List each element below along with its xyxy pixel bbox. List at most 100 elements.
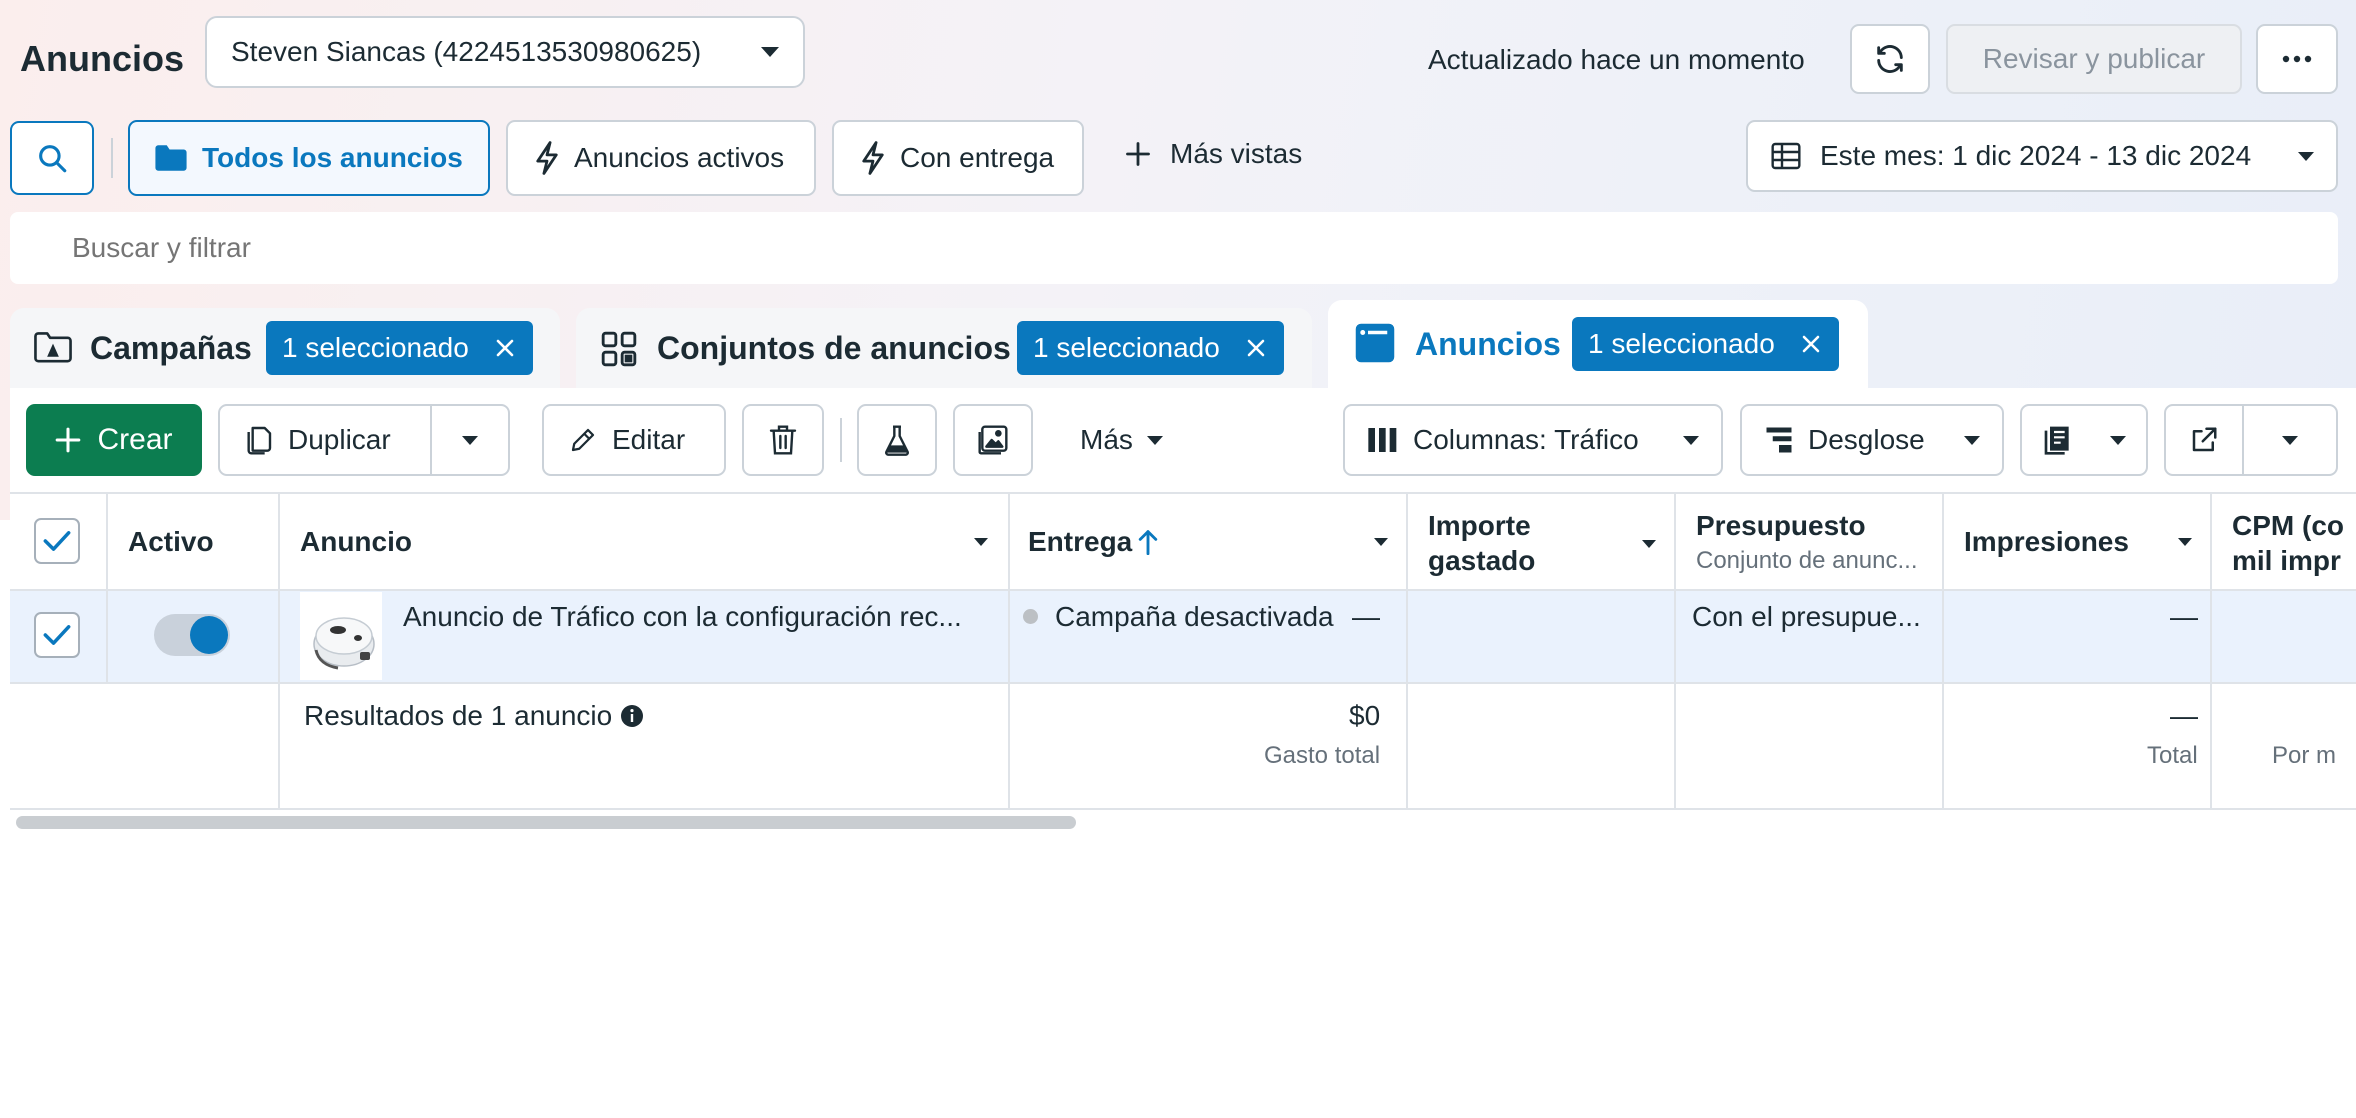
view-all-ads[interactable]: Todos los anuncios [128, 120, 490, 196]
close-icon[interactable] [1246, 338, 1266, 358]
budget-header-sublabel: Conjunto de anunc... [1696, 547, 1918, 574]
ad-sets-selected-chip[interactable]: 1 seleccionado [1017, 321, 1284, 375]
column-header-impressions[interactable]: Impresiones [1964, 524, 2129, 559]
amount-spent-line1: Importe [1428, 510, 1531, 541]
ad-thumbnail[interactable] [300, 592, 382, 680]
creative-hub-button[interactable] [953, 404, 1033, 476]
sort-caret-icon[interactable] [2178, 538, 2192, 546]
chevron-down-icon [1964, 435, 1980, 445]
col-divider [1008, 492, 1010, 808]
checkmark-icon [43, 531, 71, 551]
breakdown-selector[interactable]: Desglose [1740, 404, 2004, 476]
arrow-up-icon [1139, 529, 1158, 555]
sort-caret-icon[interactable] [1374, 538, 1388, 546]
update-status: Actualizado hace un momento [1428, 44, 1805, 75]
row-checkbox[interactable] [34, 612, 80, 658]
plus-icon [1126, 142, 1150, 166]
chevron-down-icon [2282, 435, 2298, 445]
tab-ad-sets-label: Conjuntos de anuncios [657, 330, 1011, 366]
chevron-down-icon [1146, 435, 1163, 445]
summary-impressions: — [2170, 700, 2198, 731]
col-divider [1674, 492, 1676, 808]
ad-sets-chip-label: 1 seleccionado [1033, 332, 1220, 363]
close-icon[interactable] [1801, 334, 1821, 354]
trash-icon [769, 425, 797, 455]
page-title: Anuncios [20, 38, 185, 79]
view-with-delivery-label: Con entrega [900, 142, 1055, 173]
edit-button[interactable]: Editar [542, 404, 726, 476]
delete-button[interactable] [742, 404, 824, 476]
experiment-button[interactable] [857, 404, 937, 476]
more-options-button[interactable] [2256, 24, 2338, 94]
account-selector[interactable]: Steven Siancas (4224513530980625) [205, 16, 805, 88]
view-active-ads[interactable]: Anuncios activos [506, 120, 816, 196]
amount-spent-value: — [1352, 601, 1380, 632]
more-views-button[interactable]: Más vistas [1124, 138, 1302, 170]
account-selector-label: Steven Siancas (4224513530980625) [231, 36, 702, 67]
lightning-icon [862, 141, 884, 175]
column-header-cpm[interactable]: CPM (co mil impr [2232, 508, 2344, 578]
chevron-down-icon [761, 47, 779, 57]
date-range-picker[interactable]: Este mes: 1 dic 2024 - 13 dic 2024 [1746, 120, 2338, 192]
ads-window-icon [1355, 323, 1395, 363]
column-header-delivery[interactable]: Entrega [1028, 524, 1158, 559]
date-range-label: Este mes: 1 dic 2024 - 13 dic 2024 [1820, 140, 2252, 171]
col-divider [278, 492, 280, 808]
lightning-icon [536, 141, 558, 175]
table-icon [1771, 142, 1801, 170]
columns-selector[interactable]: Columnas: Tráfico [1343, 404, 1723, 476]
reports-icon [2044, 426, 2069, 455]
duplicate-dropdown-button[interactable] [430, 404, 510, 476]
more-actions-button[interactable]: Más [1080, 424, 1163, 456]
view-all-ads-label: Todos los anuncios [202, 142, 463, 173]
col-divider [106, 492, 108, 682]
search-button[interactable] [10, 121, 94, 195]
search-filter-bar[interactable] [10, 212, 2338, 284]
pencil-icon [571, 428, 595, 452]
table-top-border [10, 492, 2356, 494]
campaigns-selected-chip[interactable]: 1 seleccionado [266, 321, 533, 375]
sort-caret-icon[interactable] [1642, 540, 1656, 548]
col-divider [1942, 492, 1944, 808]
campaigns-chip-label: 1 seleccionado [282, 332, 469, 363]
column-header-delivery-label: Entrega [1028, 526, 1133, 557]
external-link-icon [2192, 427, 2217, 452]
view-with-delivery[interactable]: Con entrega [832, 120, 1084, 196]
ads-selected-chip[interactable]: 1 seleccionado [1572, 317, 1839, 371]
ad-active-toggle[interactable] [154, 614, 230, 656]
toggle-knob [190, 616, 228, 654]
create-label: Crear [97, 423, 173, 456]
info-icon[interactable] [620, 704, 644, 728]
delivery-status: Campaña desactivada [1055, 601, 1334, 632]
col-divider [1406, 492, 1408, 808]
more-actions-label: Más [1080, 424, 1133, 455]
budget-value[interactable]: Con el presupue... [1692, 601, 1921, 633]
divider [111, 138, 113, 178]
refresh-button[interactable] [1850, 24, 1930, 94]
column-header-budget[interactable]: Presupuesto Conjunto de anunc... [1696, 508, 1918, 578]
checkmark-icon [43, 625, 71, 645]
export-dropdown-button[interactable] [2242, 404, 2338, 476]
impressions-value: — [2170, 601, 2198, 632]
flask-icon [885, 425, 909, 456]
column-header-ad[interactable]: Anuncio [300, 524, 412, 559]
chevron-down-icon [1683, 435, 1699, 445]
divider [840, 418, 842, 462]
view-active-ads-label: Anuncios activos [574, 142, 785, 173]
ad-name-link[interactable]: Anuncio de Tráfico con la configuración … [403, 601, 962, 633]
budget-header-label: Presupuesto [1696, 510, 1866, 541]
review-publish-button[interactable]: Revisar y publicar [1946, 24, 2242, 94]
create-button[interactable]: Crear [26, 404, 202, 476]
sort-caret-icon[interactable] [974, 538, 988, 546]
column-header-amount-spent[interactable]: Importe gastado [1428, 508, 1535, 578]
search-filter-input[interactable] [70, 231, 1274, 265]
breakdown-label: Desglose [1808, 424, 1925, 455]
duplicate-button[interactable]: Duplicar [218, 404, 432, 476]
close-icon[interactable] [495, 338, 515, 358]
select-all-checkbox[interactable] [34, 518, 80, 564]
export-button[interactable] [2164, 404, 2244, 476]
tab-ads-label: Anuncios [1415, 326, 1561, 362]
horizontal-scrollbar[interactable] [16, 816, 1076, 829]
column-header-active[interactable]: Activo [128, 524, 214, 559]
reports-button[interactable] [2020, 404, 2148, 476]
